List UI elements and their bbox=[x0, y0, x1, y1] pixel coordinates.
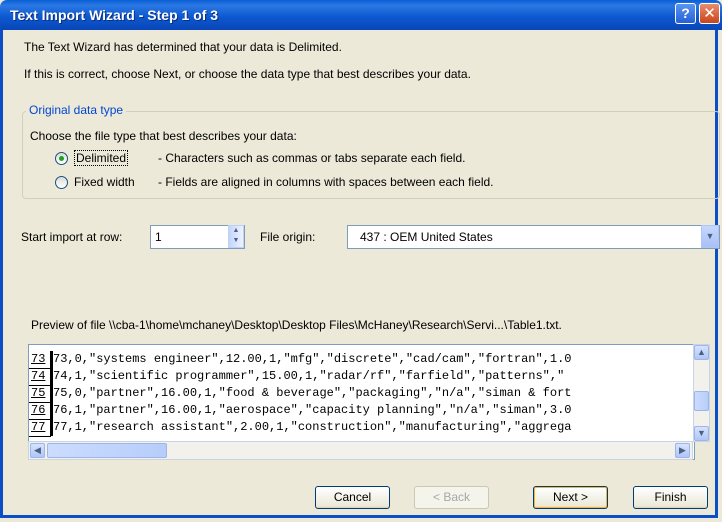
finish-button[interactable]: Finish bbox=[633, 486, 708, 509]
delimited-description: - Characters such as commas or tabs sepa… bbox=[158, 151, 466, 165]
radio-selected-dot bbox=[59, 156, 64, 161]
close-icon: ✕ bbox=[703, 5, 716, 22]
close-button[interactable]: ✕ bbox=[699, 3, 720, 24]
window-title: Text Import Wizard - Step 1 of 3 bbox=[10, 7, 219, 23]
chevron-down-icon[interactable]: ▼ bbox=[701, 225, 719, 248]
intro-line-1: The Text Wizard has determined that your… bbox=[24, 40, 342, 54]
help-button[interactable]: ? bbox=[675, 3, 696, 24]
scroll-left-icon[interactable]: ◀ bbox=[30, 443, 45, 458]
vertical-scrollbar[interactable]: ▲ ▼ bbox=[693, 344, 710, 442]
scroll-up-icon[interactable]: ▲ bbox=[694, 345, 709, 360]
vertical-scroll-thumb[interactable] bbox=[694, 391, 709, 411]
back-button[interactable]: < Back bbox=[414, 486, 489, 509]
intro-line-2: If this is correct, choose Next, or choo… bbox=[24, 67, 471, 81]
scroll-down-icon[interactable]: ▼ bbox=[694, 426, 709, 441]
original-data-type-legend: Original data type bbox=[26, 103, 127, 117]
next-button[interactable]: Next > bbox=[533, 486, 608, 509]
row-text: 77,1,"research assistant",2.00,1,"constr… bbox=[53, 420, 572, 434]
preview-row: 77 77,1,"research assistant",2.00,1,"cons… bbox=[29, 419, 572, 437]
delimited-radio[interactable] bbox=[55, 152, 68, 165]
fixed-width-radio[interactable] bbox=[55, 176, 68, 189]
row-number: 76 bbox=[29, 402, 51, 420]
start-row-label: Start import at row: bbox=[21, 230, 123, 244]
fixed-width-label[interactable]: Fixed width bbox=[74, 175, 135, 189]
scroll-right-icon[interactable]: ▶ bbox=[675, 443, 690, 458]
row-text: 76,1,"partner",16.00,1,"aerospace","capa… bbox=[53, 403, 572, 417]
file-origin-select[interactable]: 437 : OEM United States bbox=[347, 225, 720, 249]
row-text: 75,0,"partner",16.00,1,"food & beverage"… bbox=[53, 386, 572, 400]
horizontal-scroll-thumb[interactable] bbox=[47, 443, 167, 458]
file-origin-label: File origin: bbox=[260, 230, 316, 244]
delimited-label: Delimited bbox=[74, 150, 129, 166]
help-icon: ? bbox=[681, 5, 690, 21]
row-number: 73 bbox=[29, 351, 51, 369]
preview-row: 76 76,1,"partner",16.00,1,"aerospace","ca… bbox=[29, 402, 572, 420]
title-bar[interactable]: Text Import Wizard - Step 1 of 3 ? ✕ bbox=[0, 0, 722, 30]
row-number: 77 bbox=[29, 419, 51, 437]
row-number: 75 bbox=[29, 385, 51, 403]
spin-up-icon[interactable]: ▲ bbox=[229, 226, 243, 236]
file-type-prompt: Choose the file type that best describes… bbox=[30, 129, 297, 143]
spin-down-icon[interactable]: ▼ bbox=[229, 236, 243, 246]
preview-row: 75 75,0,"partner",16.00,1,"food & beverag… bbox=[29, 385, 572, 403]
preview-row: 74 74,1,"scientific programmer",15.00,1,"… bbox=[29, 368, 565, 386]
preview-row: 73 73,0,"systems engineer",12.00,1,"mfg",… bbox=[29, 351, 572, 369]
row-text: 74,1,"scientific programmer",15.00,1,"ra… bbox=[53, 369, 565, 383]
row-number: 74 bbox=[29, 368, 51, 386]
horizontal-scrollbar[interactable]: ◀ ▶ bbox=[28, 441, 693, 460]
row-text: 73,0,"systems engineer",12.00,1,"mfg","d… bbox=[53, 352, 572, 366]
fixed-width-description: - Fields are aligned in columns with spa… bbox=[158, 175, 494, 189]
cancel-button[interactable]: Cancel bbox=[315, 486, 390, 509]
preview-label: Preview of file \\cba-1\home\mchaney\Des… bbox=[31, 318, 562, 332]
delimited-option[interactable]: Delimited bbox=[74, 150, 129, 166]
start-row-spinner[interactable]: ▲ ▼ bbox=[228, 225, 244, 248]
